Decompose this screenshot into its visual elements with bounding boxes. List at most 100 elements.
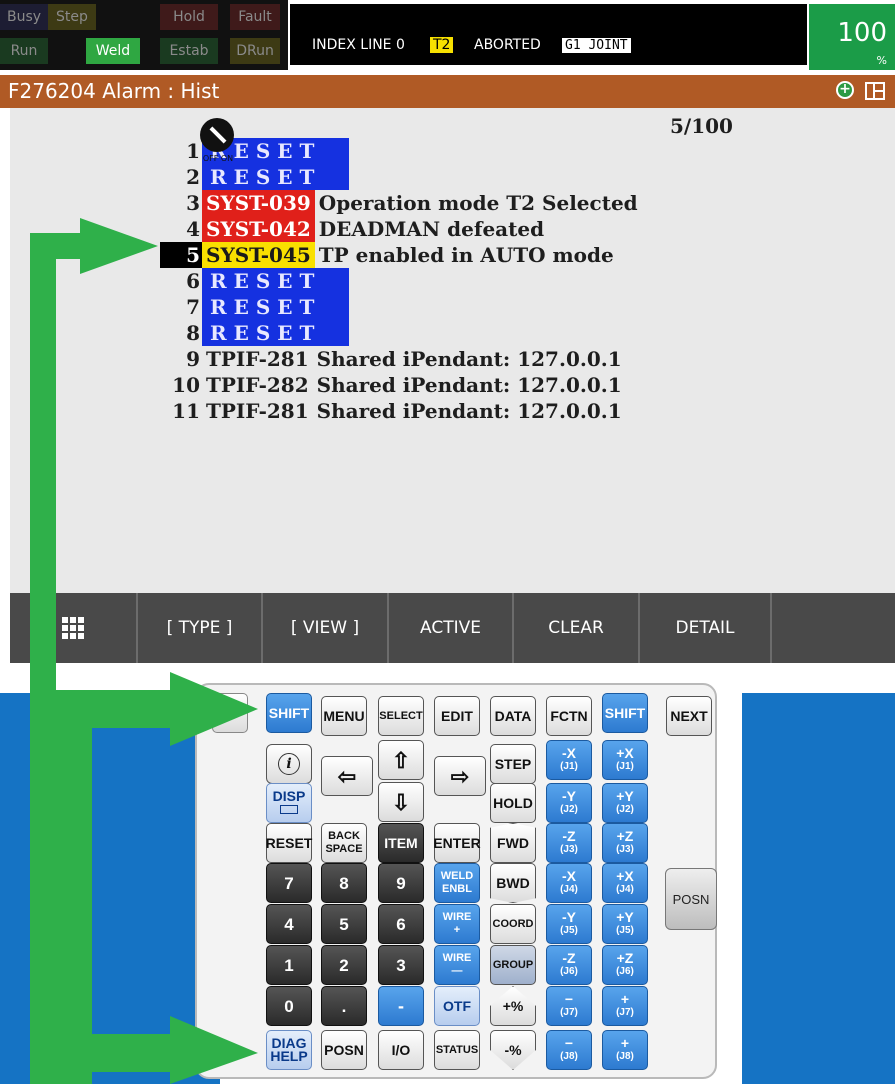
jog-plus-ry-j5-key[interactable]: +Y (J5): [602, 904, 648, 944]
wire-minus-key[interactable]: WIRE —: [434, 945, 480, 985]
jog-minus-j8-key[interactable]: − (J8): [546, 1030, 592, 1070]
alarm-row[interactable]: 1 RESET: [160, 138, 353, 164]
digit-7-key[interactable]: 7: [266, 863, 312, 903]
digit-1-key[interactable]: 1: [266, 945, 312, 985]
arrow-left-icon: ⇦: [337, 763, 357, 789]
jog-plus-z-j3-key[interactable]: +Z (J3): [602, 823, 648, 863]
menu-grid-button[interactable]: [10, 593, 138, 663]
edit-key[interactable]: EDIT: [434, 696, 480, 736]
jog-minus-rx-j4-key[interactable]: -X (J4): [546, 863, 592, 903]
jog-minus-rz-j6-key[interactable]: -Z (J6): [546, 945, 592, 985]
cursor-left-key[interactable]: ⇦: [321, 756, 373, 796]
jog-plus-y-j2-key[interactable]: +Y (J2): [602, 783, 648, 823]
prev-key[interactable]: [212, 693, 248, 733]
menu-key[interactable]: MENU: [321, 696, 367, 736]
grid-icon: [62, 617, 84, 639]
f5-detail-button[interactable]: DETAIL: [640, 593, 772, 663]
digit-0-key[interactable]: 0: [266, 986, 312, 1026]
digit-4-key[interactable]: 4: [266, 904, 312, 944]
jog-label: -X: [561, 868, 576, 884]
alarm-row[interactable]: 2 RESET: [160, 164, 353, 190]
alarm-row[interactable]: 8 RESET: [160, 320, 353, 346]
jog-minus-j7-key[interactable]: − (J7): [546, 986, 592, 1026]
shift-right-key[interactable]: SHIFT: [602, 693, 648, 733]
step-key[interactable]: STEP: [490, 744, 536, 784]
posn-key[interactable]: POSN: [321, 1030, 367, 1070]
jog-minus-y-j2-key[interactable]: -Y (J2): [546, 783, 592, 823]
f3-active-button[interactable]: ACTIVE: [389, 593, 514, 663]
split-screen-icon[interactable]: [865, 82, 885, 100]
speed-override[interactable]: 100 %: [809, 4, 895, 70]
digit-2-key[interactable]: 2: [321, 945, 367, 985]
alarm-number: 4: [186, 217, 200, 241]
alarm-row[interactable]: 7 RESET: [160, 294, 353, 320]
cursor-right-key[interactable]: ⇨: [434, 756, 486, 796]
cursor-down-key[interactable]: ⇩: [378, 782, 424, 822]
minus-comma-key[interactable]: -: [378, 986, 424, 1026]
enter-key[interactable]: ENTER: [433, 823, 481, 863]
weld-enable-key[interactable]: WELD ENBL: [434, 863, 480, 903]
alarm-row-selected[interactable]: 5 SYST-045 TP enabled in AUTO mode: [160, 242, 614, 268]
cursor-up-key[interactable]: ⇧: [378, 740, 424, 780]
hold-key[interactable]: HOLD: [490, 783, 536, 823]
jog-axis: (J1): [560, 761, 578, 772]
select-key[interactable]: SELECT: [378, 696, 424, 736]
digit-9-key[interactable]: 9: [378, 863, 424, 903]
digit-6-key[interactable]: 6: [378, 904, 424, 944]
alarm-row[interactable]: 10 TPIF-282 Shared iPendant: 127.0.0.1: [160, 372, 621, 398]
shift-left-key[interactable]: SHIFT: [266, 693, 312, 733]
backspace-line2: SPACE: [325, 843, 363, 855]
fctn-key[interactable]: FCTN: [546, 696, 592, 736]
jog-plus-rx-j4-key[interactable]: +X (J4): [602, 863, 648, 903]
jog-minus-x-j1-key[interactable]: -X (J1): [546, 740, 592, 780]
f4-clear-button[interactable]: CLEAR: [514, 593, 640, 663]
wire-plus-key[interactable]: WIRE +: [434, 904, 480, 944]
enable-switch-knob[interactable]: OFF ON: [196, 118, 240, 168]
digit-3-key[interactable]: 3: [378, 945, 424, 985]
info-key[interactable]: i: [266, 744, 312, 784]
alarm-row[interactable]: 4 SYST-042 DEADMAN defeated: [160, 216, 544, 242]
digit-8-key[interactable]: 8: [321, 863, 367, 903]
posn-side-button[interactable]: POSN: [665, 868, 717, 930]
jog-minus-z-j3-key[interactable]: -Z (J3): [546, 823, 592, 863]
jog-label: −: [564, 991, 574, 1007]
disp-key[interactable]: DISP: [266, 783, 312, 823]
jog-plus-j7-key[interactable]: + (J7): [602, 986, 648, 1026]
alarm-row[interactable]: 11 TPIF-281 Shared iPendant: 127.0.0.1: [160, 398, 622, 424]
zoom-in-icon[interactable]: +: [836, 81, 854, 99]
item-key[interactable]: ITEM: [378, 823, 424, 863]
alarm-row[interactable]: 6 RESET: [160, 268, 353, 294]
jog-plus-x-j1-key[interactable]: +X (J1): [602, 740, 648, 780]
jog-label: -Y: [561, 788, 576, 804]
jog-minus-ry-j5-key[interactable]: -Y (J5): [546, 904, 592, 944]
alarm-message: Shared iPendant: 127.0.0.1: [316, 399, 622, 423]
jog-axis: (J6): [560, 966, 578, 977]
function-key-bar: [ TYPE ] [ VIEW ] ACTIVE CLEAR DETAIL: [10, 593, 895, 663]
flag-fault: Fault: [230, 4, 280, 30]
next-key[interactable]: NEXT: [666, 696, 712, 736]
status-key[interactable]: STATUS: [434, 1030, 480, 1070]
reset-key[interactable]: RESET: [266, 823, 312, 863]
digit-5-key[interactable]: 5: [321, 904, 367, 944]
alarm-message: DEADMAN defeated: [318, 217, 545, 241]
coord-key[interactable]: COORD: [490, 904, 536, 944]
override-value: 100: [837, 18, 887, 48]
alarm-row[interactable]: 3 SYST-039 Operation mode T2 Selected: [160, 190, 638, 216]
alarm-number: 8: [186, 321, 200, 345]
jog-label: +: [620, 991, 630, 1007]
bwd-key[interactable]: BWD: [490, 863, 536, 903]
group-key[interactable]: GROUP: [490, 945, 536, 985]
diag-help-key[interactable]: DIAG HELP: [266, 1030, 312, 1070]
f1-type-button[interactable]: [ TYPE ]: [138, 593, 263, 663]
data-key[interactable]: DATA: [490, 696, 536, 736]
fwd-key[interactable]: FWD: [490, 823, 536, 863]
jog-plus-rz-j6-key[interactable]: +Z (J6): [602, 945, 648, 985]
io-key[interactable]: I/O: [378, 1030, 424, 1070]
jog-plus-j8-key[interactable]: + (J8): [602, 1030, 648, 1070]
flag-weld: Weld: [86, 38, 140, 64]
f2-view-button[interactable]: [ VIEW ]: [263, 593, 389, 663]
backspace-key[interactable]: BACK SPACE: [321, 823, 367, 863]
otf-key[interactable]: OTF: [434, 986, 480, 1026]
decimal-point-key[interactable]: .: [321, 986, 367, 1026]
alarm-row[interactable]: 9 TPIF-281 Shared iPendant: 127.0.0.1: [160, 346, 622, 372]
